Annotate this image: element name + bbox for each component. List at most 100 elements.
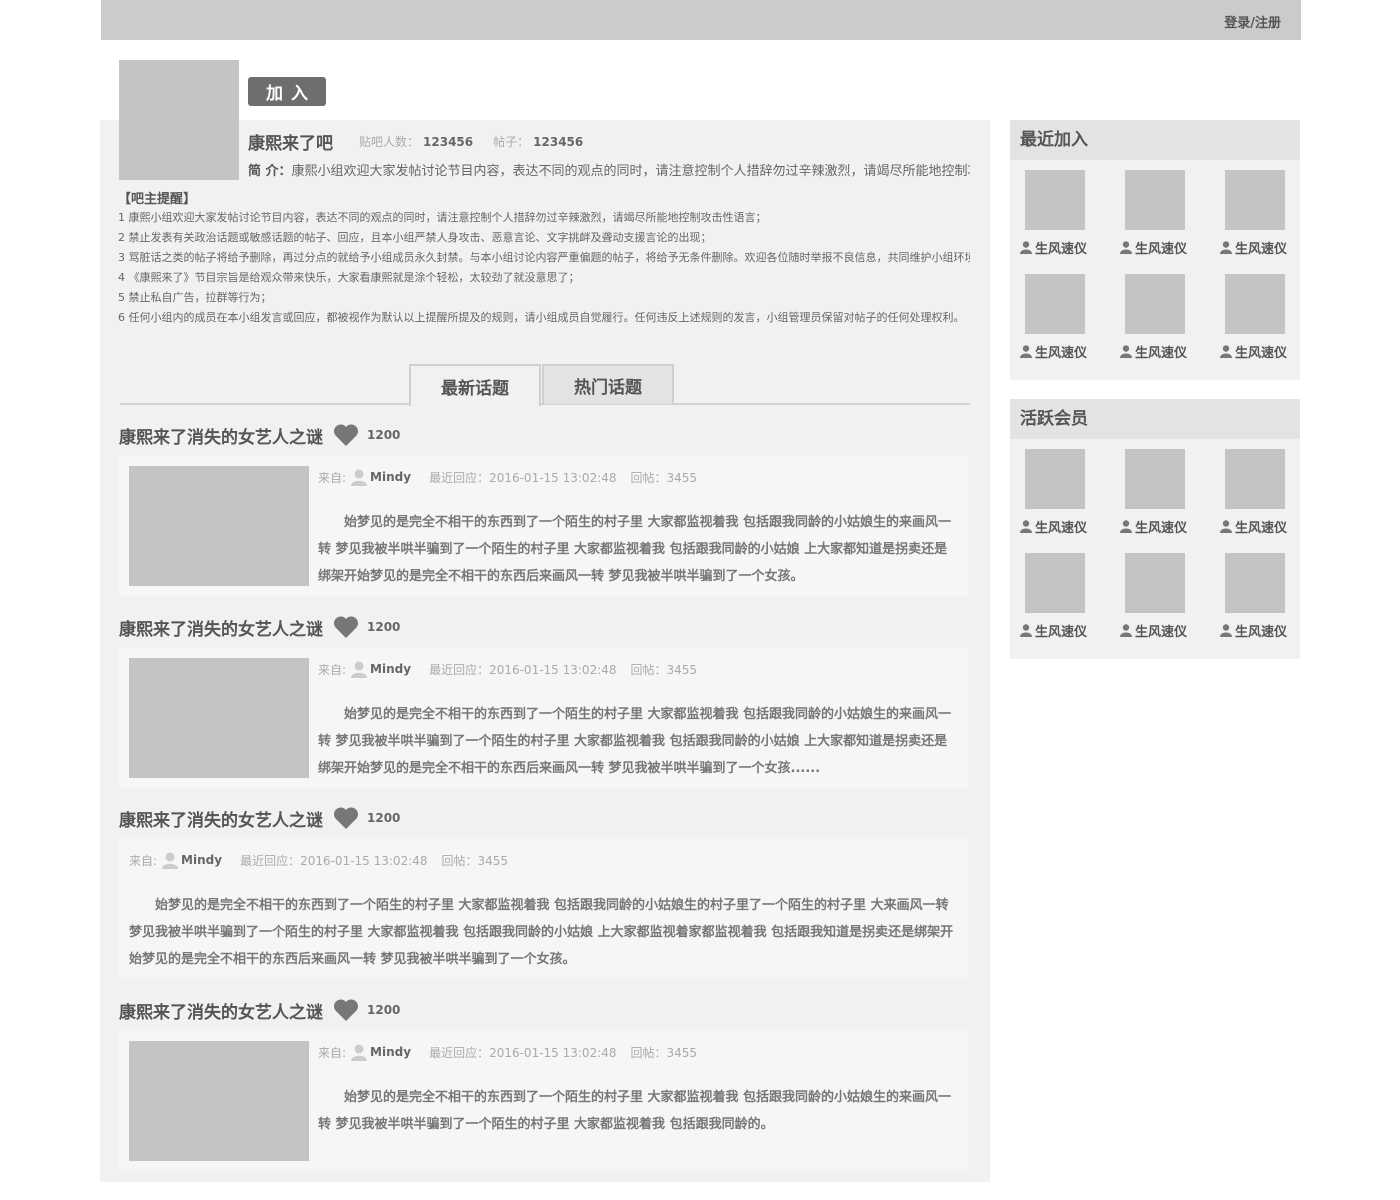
member-card[interactable]: 生风速仪 xyxy=(1010,449,1110,543)
member-avatar[interactable] xyxy=(1025,553,1085,613)
heart-icon[interactable] xyxy=(333,615,359,639)
person-icon xyxy=(1120,520,1132,533)
member-avatar[interactable] xyxy=(1225,170,1285,230)
group-intro: 简 介：康熙小组欢迎大家发帖讨论节目内容，表达不同的观点的同时，请注意控制个人措… xyxy=(248,160,970,182)
like-count: 1200 xyxy=(367,428,401,442)
member-name[interactable]: 生风速仪 xyxy=(1020,517,1087,536)
member-name-label: 生风速仪 xyxy=(1235,346,1288,361)
member-card[interactable]: 生风速仪 xyxy=(1110,170,1210,264)
member-name-label: 生风速仪 xyxy=(1135,242,1188,257)
member-card[interactable]: 生风速仪 xyxy=(1010,170,1110,264)
member-card[interactable]: 生风速仪 xyxy=(1210,170,1310,264)
author-link[interactable]: Mindy xyxy=(181,853,222,867)
member-name-label: 生风速仪 xyxy=(1235,242,1288,257)
topic-card[interactable]: 来自: Mindy 最近回应：2016-01-15 13:02:48 回帖：34… xyxy=(119,456,968,596)
person-icon xyxy=(1220,520,1232,533)
member-card[interactable]: 生风速仪 xyxy=(1110,553,1210,647)
heart-icon[interactable] xyxy=(333,806,359,830)
topic-title-link[interactable]: 康熙来了消失的女艺人之谜 xyxy=(119,615,323,640)
rules-list: 1 康熙小组欢迎大家发帖讨论节目内容，表达不同的观点的同时，请注意控制个人措辞勿… xyxy=(118,208,970,328)
tab-latest-topics[interactable]: 最新话题 xyxy=(409,364,541,406)
member-avatar[interactable] xyxy=(1125,170,1185,230)
topic-title-link[interactable]: 康熙来了消失的女艺人之谜 xyxy=(119,998,323,1023)
topic-excerpt: 始梦见的是完全不相干的东西到了一个陌生的村子里 大家都监视着我 包括跟我同龄的小… xyxy=(318,1090,952,1132)
member-name[interactable]: 生风速仪 xyxy=(1020,238,1087,257)
user-icon xyxy=(162,852,179,869)
member-name-label: 生风速仪 xyxy=(1035,346,1088,361)
topic-card[interactable]: 来自: Mindy 最近回应：2016-01-15 13:02:48 回帖：34… xyxy=(119,1031,968,1171)
topic-meta: 来自: Mindy 最近回应：2016-01-15 13:02:48 回帖：34… xyxy=(318,468,697,486)
like-count: 1200 xyxy=(367,1003,401,1017)
member-name[interactable]: 生风速仪 xyxy=(1220,342,1287,361)
author-link[interactable]: Mindy xyxy=(370,1045,411,1059)
member-name[interactable]: 生风速仪 xyxy=(1220,238,1287,257)
rule-item: 1 康熙小组欢迎大家发帖讨论节目内容，表达不同的观点的同时，请注意控制个人措辞勿… xyxy=(118,211,767,224)
member-name[interactable]: 生风速仪 xyxy=(1120,238,1187,257)
topic-thumbnail[interactable] xyxy=(129,466,309,586)
member-name[interactable]: 生风速仪 xyxy=(1020,621,1087,640)
member-card[interactable]: 生风速仪 xyxy=(1210,553,1310,647)
member-avatar[interactable] xyxy=(1225,274,1285,334)
member-avatar[interactable] xyxy=(1125,553,1185,613)
person-icon xyxy=(1020,345,1032,358)
author-link[interactable]: Mindy xyxy=(370,662,411,676)
member-avatar[interactable] xyxy=(1025,274,1085,334)
reply-count: 回帖：3455 xyxy=(630,1045,698,1060)
member-name[interactable]: 生风速仪 xyxy=(1120,342,1187,361)
topic-card[interactable]: 来自: Mindy 最近回应：2016-01-15 13:02:48 回帖：34… xyxy=(119,648,968,788)
member-name[interactable]: 生风速仪 xyxy=(1020,342,1087,361)
last-reply: 最近回应：2016-01-15 13:02:48 xyxy=(429,470,617,485)
member-name-label: 生风速仪 xyxy=(1235,625,1288,640)
active-members-title: 活跃会员 xyxy=(1010,399,1300,439)
member-card[interactable]: 生风速仪 xyxy=(1110,449,1210,543)
last-reply: 最近回应：2016-01-15 13:02:48 xyxy=(429,662,617,677)
author-link[interactable]: Mindy xyxy=(370,470,411,484)
member-card[interactable]: 生风速仪 xyxy=(1110,274,1210,368)
heart-icon[interactable] xyxy=(333,423,359,447)
member-name[interactable]: 生风速仪 xyxy=(1120,621,1187,640)
member-card[interactable]: 生风速仪 xyxy=(1010,553,1110,647)
rule-item: 5 禁止私自广告，拉群等行为； xyxy=(118,291,272,304)
from-label: 来自: xyxy=(129,853,158,868)
person-icon xyxy=(1020,520,1032,533)
members-label: 贴吧人数： xyxy=(359,135,420,149)
reply-count: 回帖：3455 xyxy=(630,662,698,677)
member-card[interactable]: 生风速仪 xyxy=(1010,274,1110,368)
member-name[interactable]: 生风速仪 xyxy=(1120,517,1187,536)
user-icon xyxy=(351,1044,368,1061)
topic-title-link[interactable]: 康熙来了消失的女艺人之谜 xyxy=(119,423,323,448)
topic-title-link[interactable]: 康熙来了消失的女艺人之谜 xyxy=(119,806,323,831)
member-avatar[interactable] xyxy=(1025,449,1085,509)
like-count: 1200 xyxy=(367,620,401,634)
rule-item: 4 《康熙来了》节目宗旨是给观众带来快乐，大家看康熙就是涂个轻松，太较劲了就没意… xyxy=(118,271,580,284)
member-name-label: 生风速仪 xyxy=(1035,242,1088,257)
topic-thumbnail[interactable] xyxy=(129,1041,309,1161)
topic-card[interactable]: 来自: Mindy 最近回应：2016-01-15 13:02:48 回帖：34… xyxy=(119,839,968,979)
member-avatar[interactable] xyxy=(1225,449,1285,509)
join-button[interactable]: 加入 xyxy=(248,77,326,106)
topic-excerpt: 始梦见的是完全不相干的东西到了一个陌生的村子里 大家都监视着我 包括跟我同龄的小… xyxy=(318,707,952,776)
login-register-link[interactable]: 登录/注册 xyxy=(1224,12,1281,31)
topic-header: 康熙来了消失的女艺人之谜 1200 xyxy=(119,614,400,640)
user-icon xyxy=(351,469,368,486)
person-icon xyxy=(1020,624,1032,637)
member-name-label: 生风速仪 xyxy=(1235,521,1288,536)
topic-meta: 来自: Mindy 最近回应：2016-01-15 13:02:48 回帖：34… xyxy=(318,1043,697,1061)
member-name[interactable]: 生风速仪 xyxy=(1220,517,1287,536)
member-avatar[interactable] xyxy=(1125,274,1185,334)
group-name: 康熙来了吧 xyxy=(248,134,333,154)
member-avatar[interactable] xyxy=(1125,449,1185,509)
member-card[interactable]: 生风速仪 xyxy=(1210,274,1310,368)
person-icon xyxy=(1120,624,1132,637)
person-icon xyxy=(1020,241,1032,254)
member-name[interactable]: 生风速仪 xyxy=(1220,621,1287,640)
tab-hot-topics[interactable]: 热门话题 xyxy=(542,364,674,404)
member-card[interactable]: 生风速仪 xyxy=(1210,449,1310,543)
heart-icon[interactable] xyxy=(333,998,359,1022)
member-avatar[interactable] xyxy=(1025,170,1085,230)
topic-thumbnail[interactable] xyxy=(129,658,309,778)
reply-count: 回帖：3455 xyxy=(630,470,698,485)
topic-excerpt: 始梦见的是完全不相干的东西到了一个陌生的村子里 大家都监视着我 包括跟我同龄的小… xyxy=(318,515,952,584)
like-count: 1200 xyxy=(367,811,401,825)
member-avatar[interactable] xyxy=(1225,553,1285,613)
